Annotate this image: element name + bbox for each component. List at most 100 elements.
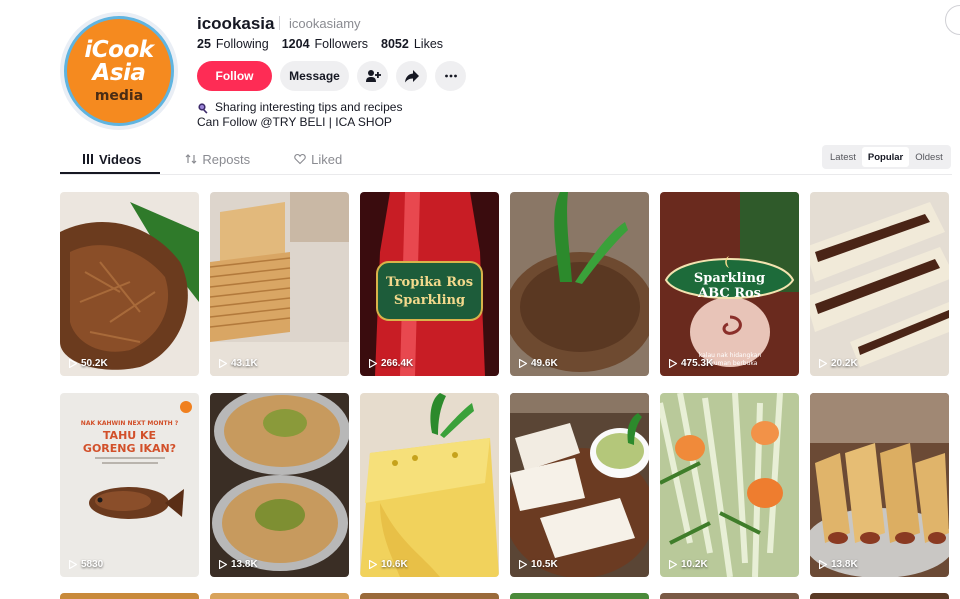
avatar[interactable]: iCook Asia media	[60, 12, 178, 130]
video-card[interactable]: 13.8K	[210, 393, 349, 577]
stat-label: Likes	[413, 37, 444, 51]
grid-icon	[83, 154, 93, 164]
stat-likes: 8052 Likes	[381, 37, 443, 51]
overlay-title-line1: Tropika Ros	[386, 275, 473, 290]
view-count: 20.2K	[819, 358, 858, 369]
video-card[interactable]: 10.5K	[510, 393, 649, 577]
overlay-title-line1: Sparkling	[694, 271, 765, 286]
view-count: 43.1K	[219, 358, 258, 369]
tab-label: Videos	[99, 151, 142, 167]
video-card[interactable]: 20.2K	[810, 192, 949, 376]
video-thumbnail: Sparkling ABC Ros kalau nak hidangkan ku…	[660, 192, 799, 376]
more-options-button[interactable]	[435, 61, 466, 91]
view-count: 49.6K	[519, 358, 558, 369]
logo-text-line3: media	[94, 88, 144, 104]
stat-value: 8052	[381, 37, 409, 51]
video-thumbnail: Tropika Ros Sparkling	[360, 192, 499, 376]
tab-label: Liked	[311, 151, 343, 167]
view-count-text: 475.3K	[681, 358, 714, 369]
video-thumbnail	[660, 393, 799, 577]
view-count: 13.8K	[819, 559, 858, 570]
video-card[interactable]: 10.2K	[660, 393, 799, 577]
play-icon	[69, 359, 77, 368]
view-count-text: 13.8K	[831, 559, 858, 570]
view-count-text: 5830	[81, 559, 104, 570]
stat-followers[interactable]: 1204 Followers	[282, 37, 368, 51]
video-card[interactable]: Sparkling ABC Ros kalau nak hidangkan ku…	[660, 192, 799, 376]
video-thumbnail	[810, 393, 949, 577]
view-count-text: 43.1K	[231, 358, 258, 369]
play-icon	[669, 560, 677, 569]
view-count-text: 10.5K	[531, 559, 558, 570]
video-card[interactable]: NAK KAHWIN NEXT MONTH ? TAHU KE GORENG I…	[60, 393, 199, 577]
person-plus-icon	[365, 70, 381, 82]
follow-button[interactable]: Follow	[197, 61, 272, 91]
icookasia-logo: iCook Asia media	[64, 16, 174, 126]
stat-following[interactable]: 25 Following	[197, 37, 269, 51]
profile-bio: Sharing interesting tips and recipes Can…	[197, 100, 402, 130]
share-button[interactable]	[396, 61, 427, 91]
profile-username: icookasia	[197, 14, 275, 33]
share-arrow-icon	[404, 70, 419, 83]
profile-stats: 25 Following 1204 Followers 8052 Likes	[197, 37, 443, 51]
heart-icon	[294, 153, 306, 165]
video-card[interactable]: 13.8K	[810, 393, 949, 577]
tabs-divider	[60, 174, 952, 175]
video-thumbnail	[360, 393, 499, 577]
view-count-text: 20.2K	[831, 358, 858, 369]
overlay-title-line2: TAHU KE	[103, 429, 156, 442]
overlay-title-line2: Sparkling	[394, 293, 465, 308]
tab-liked[interactable]: Liked	[272, 148, 364, 170]
name-separator	[279, 16, 280, 30]
view-count: 475.3K	[669, 358, 713, 369]
video-thumbnail	[60, 192, 199, 376]
play-icon	[519, 359, 527, 368]
video-thumbnail	[810, 192, 949, 376]
sort-latest[interactable]: Latest	[824, 147, 862, 167]
video-grid: 50.2K 43.1K Tropika Ros Sparkling 266.4K…	[60, 192, 949, 577]
view-count: 10.2K	[669, 559, 708, 570]
stat-label: Following	[215, 37, 269, 51]
tab-reposts[interactable]: Reposts	[163, 148, 272, 170]
play-icon	[669, 359, 677, 368]
top-right-control[interactable]	[945, 5, 960, 35]
video-card-partial[interactable]	[510, 593, 649, 599]
video-card-partial[interactable]	[810, 593, 949, 599]
video-card[interactable]: 43.1K	[210, 192, 349, 376]
stat-label: Followers	[314, 37, 369, 51]
video-card[interactable]: 50.2K	[60, 192, 199, 376]
tab-videos[interactable]: Videos	[60, 148, 163, 170]
view-count-text: 49.6K	[531, 358, 558, 369]
content-tabs: Videos Reposts Liked	[60, 148, 364, 174]
add-friend-button[interactable]	[357, 61, 388, 91]
more-dots-icon	[444, 74, 457, 78]
video-card[interactable]: 49.6K	[510, 192, 649, 376]
video-card-partial[interactable]	[660, 593, 799, 599]
play-icon	[219, 359, 227, 368]
video-card[interactable]: Tropika Ros Sparkling 266.4K	[360, 192, 499, 376]
video-thumbnail	[510, 393, 649, 577]
tab-label: Reposts	[202, 151, 251, 167]
video-thumbnail	[210, 192, 349, 376]
bio-text-line2: Can Follow @TRY BELI | ICA SHOP	[197, 115, 392, 129]
view-count: 13.8K	[219, 559, 258, 570]
view-count: 10.6K	[369, 559, 408, 570]
message-button[interactable]: Message	[280, 61, 349, 91]
repost-icon	[185, 154, 197, 164]
view-count: 50.2K	[69, 358, 108, 369]
magnifier-icon	[198, 102, 208, 114]
sort-popular[interactable]: Popular	[861, 147, 910, 167]
play-icon	[69, 560, 77, 569]
view-count: 5830	[69, 559, 103, 570]
overlay-title-line2: ABC Ros	[697, 286, 761, 301]
logo-text-line1: iCook	[84, 37, 154, 63]
sort-switcher: Latest Popular Oldest	[822, 145, 951, 169]
sort-oldest[interactable]: Oldest	[909, 147, 948, 167]
video-card-partial[interactable]	[210, 593, 349, 599]
video-card[interactable]: 10.6K	[360, 393, 499, 577]
video-card-partial[interactable]	[60, 593, 199, 599]
video-thumbnail	[510, 192, 649, 376]
video-card-partial[interactable]	[360, 593, 499, 599]
play-icon	[819, 359, 827, 368]
overlay-title-line3: GORENG IKAN?	[83, 442, 176, 455]
